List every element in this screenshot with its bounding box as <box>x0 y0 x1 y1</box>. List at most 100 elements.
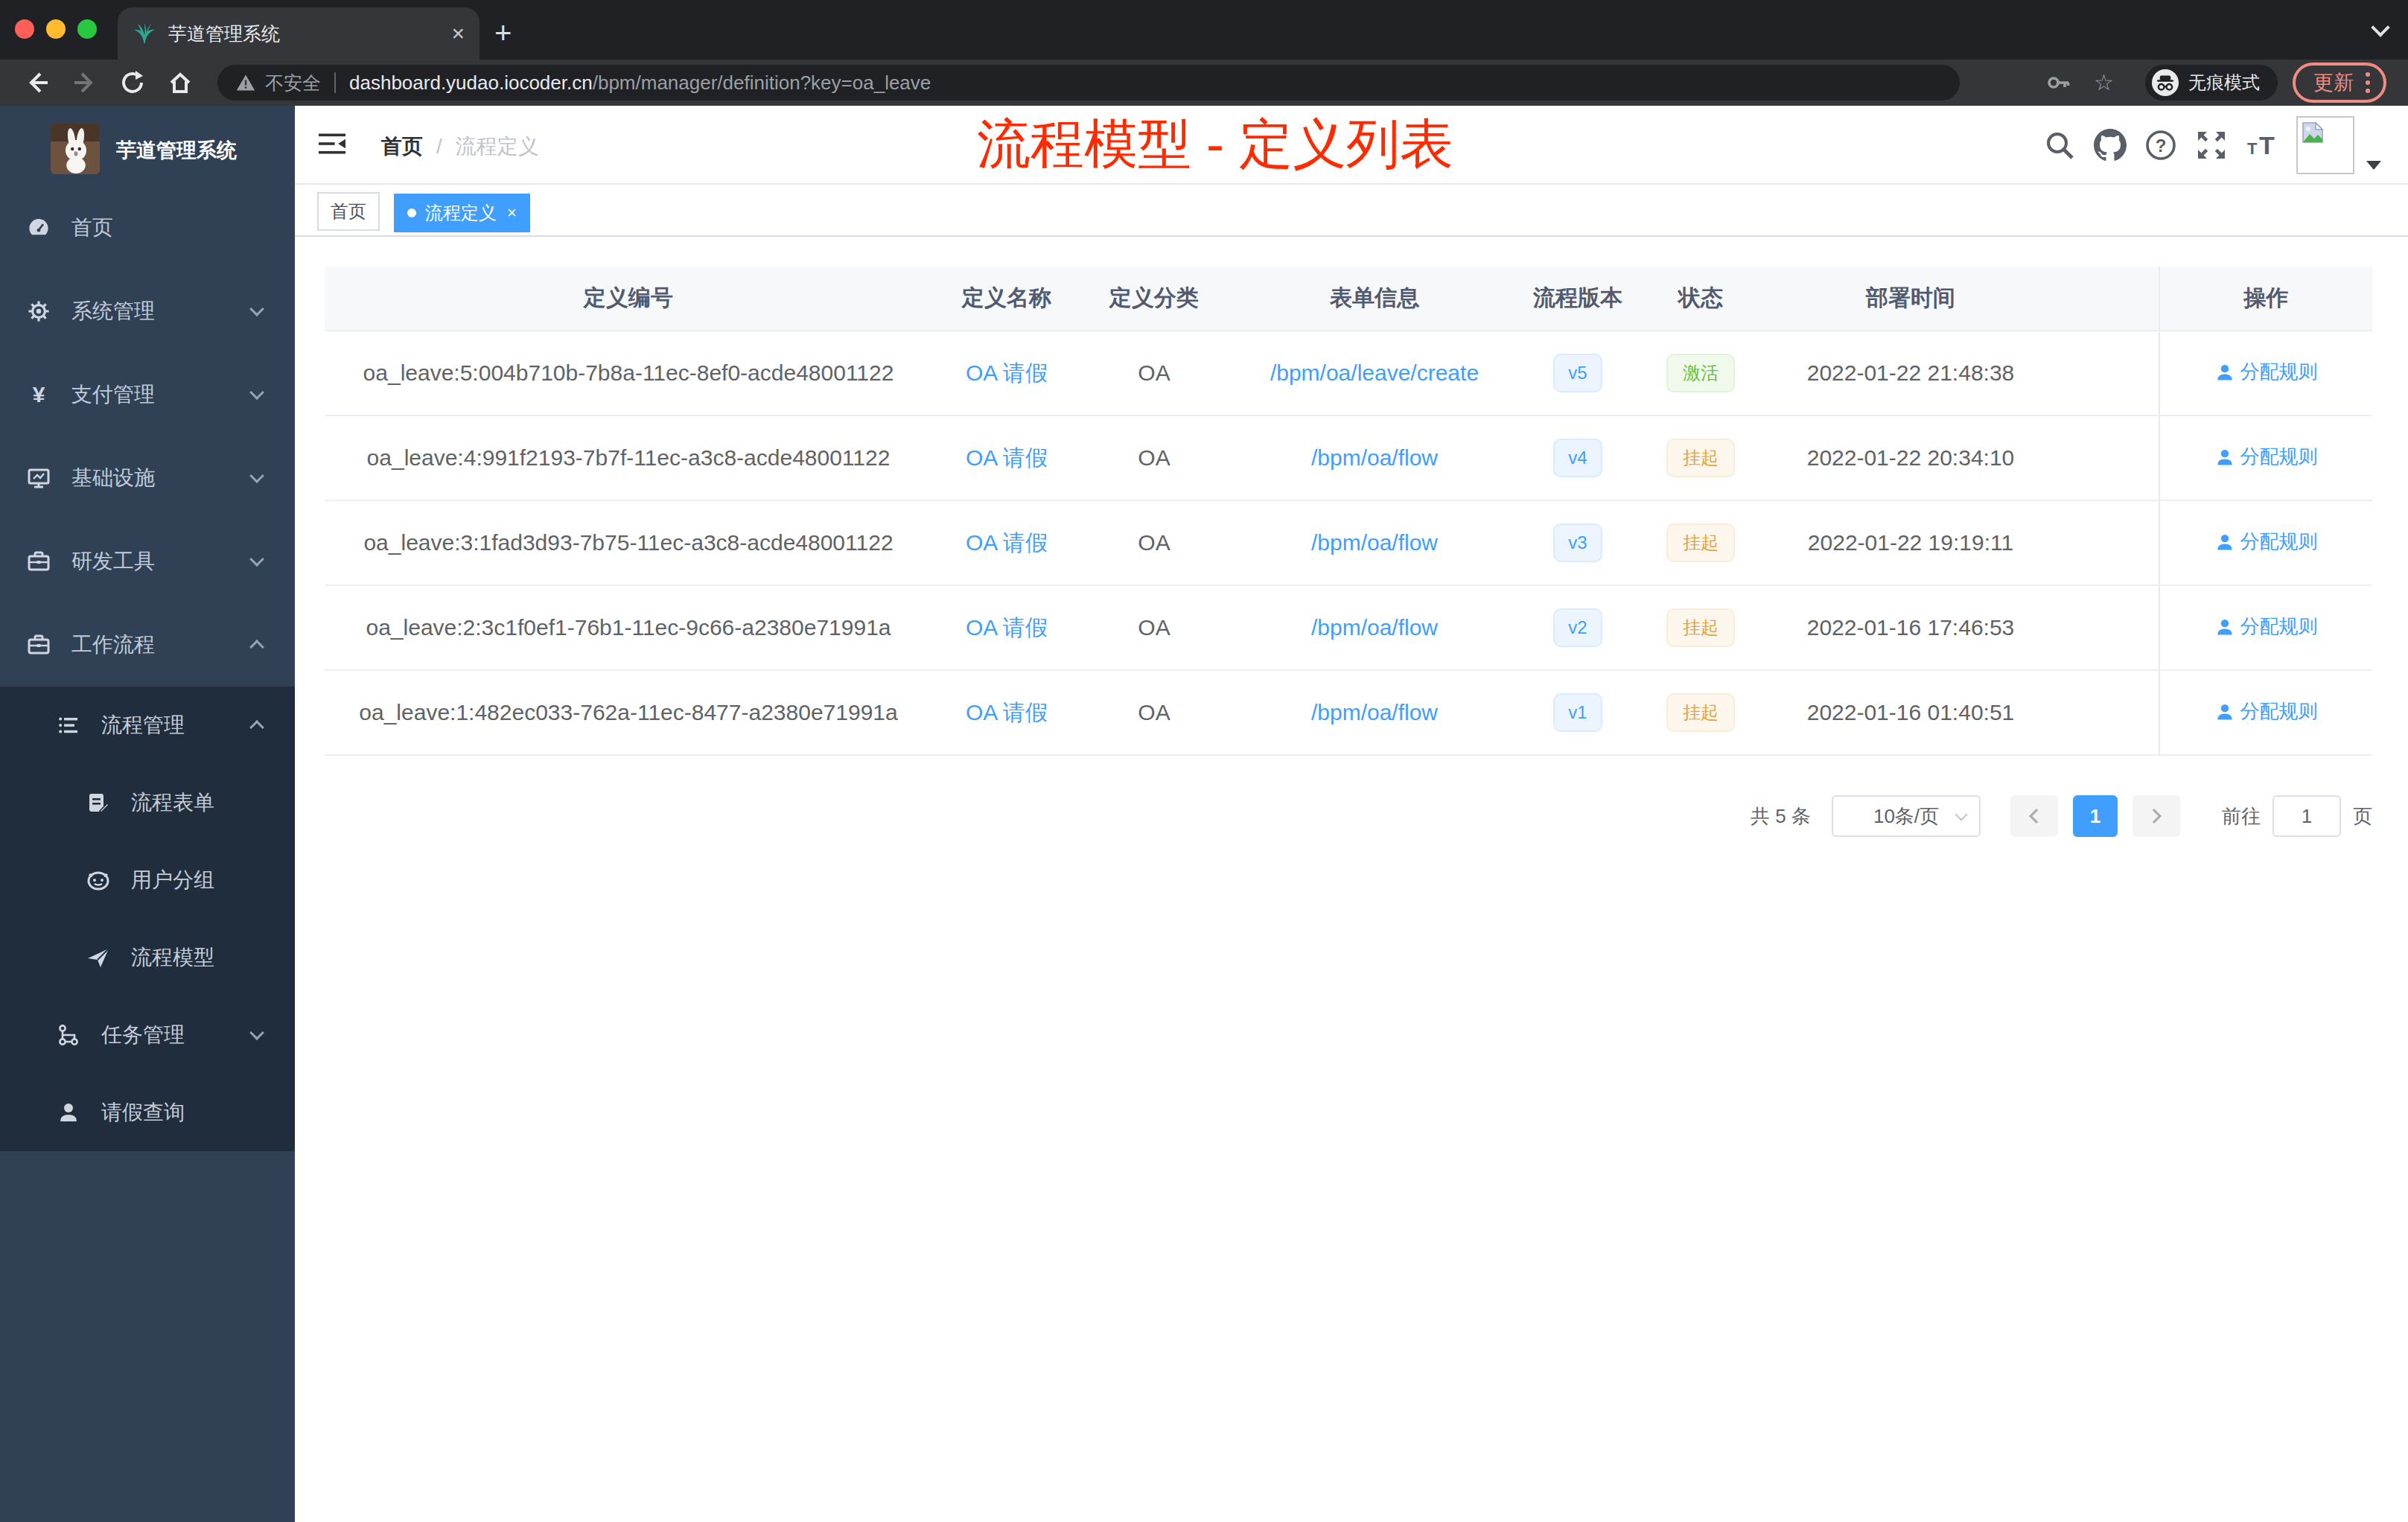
cell-definition-id: oa_leave:3:1fad3d93-7b75-11ec-a3c8-acde4… <box>325 500 932 585</box>
table-row: oa_leave:5:004b710b-7b8a-11ec-8ef0-acde4… <box>325 331 2372 415</box>
flow-icon <box>57 1023 80 1047</box>
browser-menu-icon[interactable] <box>2366 72 2370 93</box>
definition-name-link[interactable]: OA 请假 <box>966 530 1048 555</box>
url-host[interactable]: dashboard.yudao.iocoder.cn <box>349 71 593 95</box>
definition-table: 定义编号 定义名称 定义分类 表单信息 流程版本 状态 部署时间 操作 <box>325 267 2372 756</box>
cell-deploy-time: 2022-01-22 20:34:10 <box>1768 415 2054 500</box>
github-icon[interactable] <box>2094 129 2127 162</box>
sidebar-item-process-management[interactable]: 流程管理 <box>0 687 295 764</box>
dashboard-icon <box>27 216 51 240</box>
sidebar-item-process-form[interactable]: 流程表单 <box>0 764 295 841</box>
minimize-window-button[interactable] <box>46 19 66 39</box>
chevron-down-icon <box>1955 809 1968 821</box>
sidebar-item-leave-query[interactable]: 请假查询 <box>0 1074 295 1151</box>
sidebar-item-process-model[interactable]: 流程模型 <box>0 919 295 996</box>
maximize-window-button[interactable] <box>77 19 97 39</box>
back-icon[interactable] <box>24 69 51 96</box>
tag-current[interactable]: 流程定义× <box>394 194 530 232</box>
definition-name-link[interactable]: OA 请假 <box>966 360 1048 385</box>
form-info-link[interactable]: /bpm/oa/leave/create <box>1270 360 1479 385</box>
help-icon[interactable]: ? <box>2144 129 2177 162</box>
breadcrumb-home[interactable]: 首页 <box>381 135 423 158</box>
cell-category: OA <box>1081 500 1227 585</box>
chevron-down-icon <box>249 385 264 400</box>
col-definition-category: 定义分类 <box>1081 267 1227 331</box>
assign-rule-link[interactable]: 分配规则 <box>2215 444 2318 470</box>
tag-home[interactable]: 首页 <box>317 192 380 231</box>
breadcrumb-current: 流程定义 <box>456 135 539 158</box>
status-badge: 激活 <box>1666 354 1735 392</box>
browser-tab[interactable]: 芋道管理系统 × <box>118 7 480 60</box>
sidebar-item-devtools[interactable]: 研发工具 <box>0 520 295 603</box>
security-label[interactable]: 不安全 <box>265 71 321 95</box>
user-icon <box>2215 617 2235 637</box>
user-avatar[interactable] <box>2296 116 2354 174</box>
form-info-link[interactable]: /bpm/oa/flow <box>1311 700 1438 725</box>
sidebar-submenu-workflow: 流程管理 流程表单 用户分组 流程模型 <box>0 687 295 1151</box>
col-deploy-time: 部署时间 <box>1768 267 2054 331</box>
col-process-version: 流程版本 <box>1522 267 1634 331</box>
font-size-icon[interactable]: TT <box>2246 129 2278 162</box>
yen-icon: ¥ <box>27 383 51 407</box>
bookmark-star-icon[interactable]: ☆ <box>2094 71 2114 94</box>
page-size-select[interactable]: 10条/页 <box>1832 795 1981 837</box>
sidebar-item-infrastructure[interactable]: 基础设施 <box>0 436 295 520</box>
home-icon[interactable] <box>167 69 194 96</box>
form-info-link[interactable]: /bpm/oa/flow <box>1311 615 1438 640</box>
reload-icon[interactable] <box>119 69 146 96</box>
assign-rule-link[interactable]: 分配规则 <box>2215 359 2318 385</box>
navbar-actions: ? TT <box>2043 106 2408 185</box>
version-badge: v3 <box>1553 523 1602 562</box>
tab-close-icon[interactable]: × <box>451 22 465 45</box>
password-key-icon[interactable] <box>2045 69 2071 96</box>
cell-category: OA <box>1081 331 1227 415</box>
sidebar-item-system[interactable]: 系统管理 <box>0 270 295 353</box>
assign-rule-link[interactable]: 分配规则 <box>2215 529 2318 555</box>
site-favicon <box>133 22 156 45</box>
pagination: 共 5 条 10条/页 1 前往 1 页 <box>1751 795 2372 837</box>
sidebar-item-workflow[interactable]: 工作流程 <box>0 603 295 687</box>
next-page-button[interactable] <box>2133 795 2180 837</box>
gear-icon <box>27 299 51 323</box>
sidebar-logo[interactable]: 芋道管理系统 <box>0 106 295 186</box>
toolbox-icon <box>27 633 51 657</box>
form-info-link[interactable]: /bpm/oa/flow <box>1311 530 1438 555</box>
goto-page-input[interactable]: 1 <box>2272 795 2341 837</box>
tabstrip-chevron-icon[interactable] <box>2371 18 2389 36</box>
list-icon <box>57 713 80 737</box>
assign-rule-link[interactable]: 分配规则 <box>2215 614 2318 640</box>
url-path[interactable]: /bpm/manager/definition?key=oa_leave <box>593 71 931 95</box>
cell-definition-id: oa_leave:2:3c1f0ef1-76b1-11ec-9c66-a2380… <box>325 585 932 670</box>
forward-icon[interactable] <box>71 69 98 96</box>
new-tab-button[interactable]: + <box>494 13 512 52</box>
form-info-link[interactable]: /bpm/oa/flow <box>1311 445 1438 470</box>
chevron-down-icon <box>249 1025 264 1040</box>
assign-rule-link[interactable]: 分配规则 <box>2215 698 2318 725</box>
sidebar-item-home[interactable]: 首页 <box>0 186 295 270</box>
window-controls[interactable] <box>15 19 97 39</box>
app-title: 芋道管理系统 <box>116 137 237 164</box>
prev-page-button[interactable] <box>2010 795 2058 837</box>
col-definition-id: 定义编号 <box>325 267 932 331</box>
definition-name-link[interactable]: OA 请假 <box>966 615 1048 640</box>
sidebar-item-payment[interactable]: ¥ 支付管理 <box>0 353 295 436</box>
svg-text:?: ? <box>2156 136 2167 156</box>
chevron-down-icon <box>249 468 264 483</box>
fullscreen-icon[interactable] <box>2195 129 2228 162</box>
monitor-icon <box>27 466 51 490</box>
not-secure-warning-icon[interactable] <box>235 72 256 93</box>
sidebar-item-user-group[interactable]: 用户分组 <box>0 841 295 919</box>
address-bar[interactable]: 不安全 dashboard.yudao.iocoder.cn/bpm/manag… <box>217 65 1960 101</box>
browser-update-button[interactable]: 更新 <box>2293 63 2386 103</box>
tag-close-icon[interactable]: × <box>507 203 517 223</box>
close-window-button[interactable] <box>15 19 34 39</box>
sidebar-item-task-management[interactable]: 任务管理 <box>0 996 295 1074</box>
screen: 芋道管理系统 × + 不安全 dashboard.yudao.iocoder.c… <box>0 0 2408 1522</box>
current-page-button[interactable]: 1 <box>2073 795 2118 837</box>
search-icon[interactable] <box>2043 129 2076 162</box>
tags-view-bar: 首页 流程定义× <box>295 186 2408 237</box>
definition-name-link[interactable]: OA 请假 <box>966 445 1048 470</box>
definition-name-link[interactable]: OA 请假 <box>966 700 1048 725</box>
avatar-dropdown-caret[interactable] <box>2366 161 2381 170</box>
sidebar-collapse-icon[interactable] <box>319 131 345 156</box>
